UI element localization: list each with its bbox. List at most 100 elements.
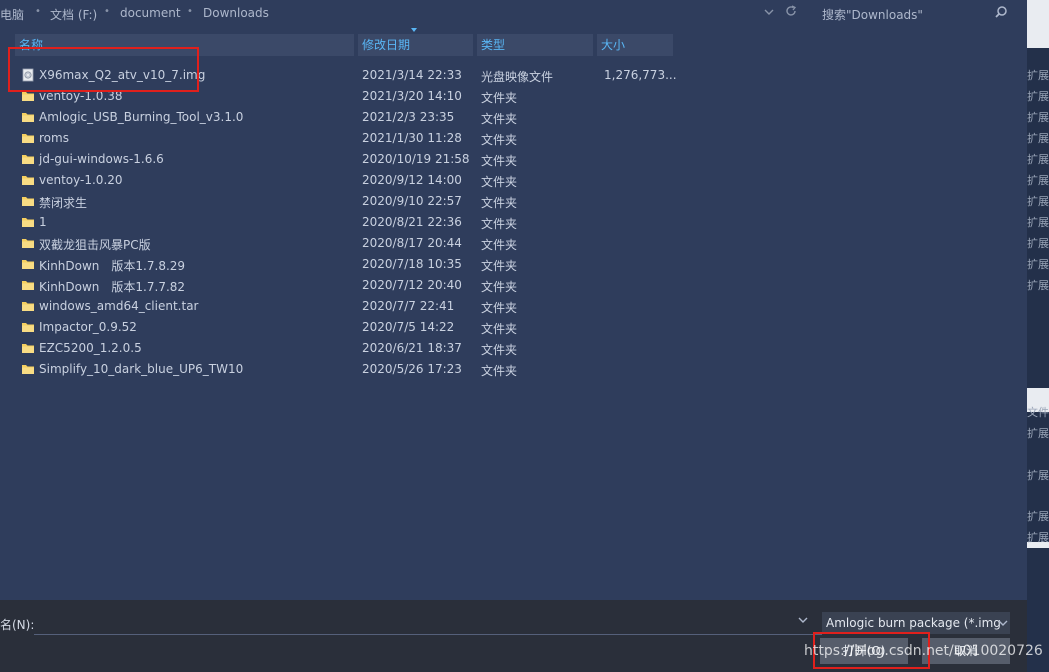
- preview-pane-text: 扩展: [1027, 195, 1049, 208]
- file-row[interactable]: roms 2021/1/30 11:28 文件夹: [16, 128, 676, 149]
- file-row[interactable]: KinhDown 版本1.7.8.29 2020/7/18 10:35 文件夹: [16, 254, 676, 275]
- file-row[interactable]: Impactor_0.9.52 2020/7/5 14:22 文件夹: [16, 317, 676, 338]
- folder-icon: [21, 236, 35, 253]
- file-type: 文件夹: [481, 196, 518, 210]
- search-input[interactable]: 搜索"Downloads": [812, 2, 1016, 26]
- file-modified-date: 2020/7/18 10:35: [362, 257, 462, 271]
- search-icon[interactable]: [994, 5, 1008, 22]
- preview-pane-text: 文件: [1027, 406, 1049, 419]
- file-name: Impactor_0.9.52: [39, 320, 137, 334]
- folder-icon: [21, 173, 35, 190]
- preview-pane-text: 扩展: [1027, 469, 1049, 482]
- sort-descending-icon: [411, 28, 417, 32]
- preview-pane-text: 扩展: [1027, 174, 1049, 187]
- preview-pane-text: 扩展: [1027, 427, 1049, 440]
- folder-icon: [21, 320, 35, 337]
- file-type: 文件夹: [481, 175, 518, 189]
- file-name: 双截龙狙击风暴PC版: [39, 238, 151, 252]
- preview-pane-text: 扩展: [1027, 237, 1049, 250]
- file-row[interactable]: ventoy-1.0.20 2020/9/12 14:00 文件夹: [16, 170, 676, 191]
- breadcrumb-item-downloads[interactable]: Downloads: [203, 6, 269, 20]
- file-modified-date: 2020/8/17 20:44: [362, 236, 462, 250]
- chevron-down-icon[interactable]: [764, 6, 774, 19]
- highlight-box-selected-file: [8, 47, 199, 92]
- filename-field[interactable]: [34, 610, 822, 635]
- file-row[interactable]: 1 2020/8/21 22:36 文件夹: [16, 212, 676, 233]
- file-open-dialog: 电脑 • 文档 (F:) • document • Downloads 搜索"D…: [0, 0, 1049, 672]
- file-modified-date: 2020/7/7 22:41: [362, 299, 455, 313]
- file-name: windows_amd64_client.tar: [39, 299, 199, 313]
- file-name: 1: [39, 215, 47, 229]
- file-type: 文件夹: [481, 364, 518, 378]
- address-bar: 电脑 • 文档 (F:) • document • Downloads 搜索"D…: [0, 0, 1027, 30]
- breadcrumb-separator-icon: •: [35, 6, 41, 17]
- file-type: 文件夹: [481, 322, 518, 336]
- search-placeholder: 搜索"Downloads": [822, 8, 923, 22]
- file-row[interactable]: 禁闭求生 2020/9/10 22:57 文件夹: [16, 191, 676, 212]
- breadcrumb-item-computer[interactable]: 电脑: [0, 6, 24, 23]
- file-name: KinhDown 版本1.7.8.29: [39, 259, 186, 273]
- file-type: 文件夹: [481, 343, 518, 357]
- file-modified-date: 2020/7/5 14:22: [362, 320, 455, 334]
- folder-icon: [21, 257, 35, 274]
- column-header-type[interactable]: 类型: [477, 34, 593, 56]
- file-modified-date: 2020/8/21 22:36: [362, 215, 462, 229]
- filename-label: 名(N):: [0, 618, 35, 632]
- file-modified-date: 2020/9/10 22:57: [362, 194, 462, 208]
- folder-icon: [21, 110, 35, 127]
- preview-pane-text: 扩展: [1027, 216, 1049, 229]
- file-name: Amlogic_USB_Burning_Tool_v3.1.0: [39, 110, 244, 124]
- file-type: 文件夹: [481, 112, 518, 126]
- file-modified-date: 2021/2/3 23:35: [362, 110, 455, 124]
- file-type: 文件夹: [481, 133, 518, 147]
- file-type: 文件夹: [481, 238, 518, 252]
- file-type: 文件夹: [481, 259, 518, 273]
- folder-icon: [21, 278, 35, 295]
- folder-icon: [21, 215, 35, 232]
- file-modified-date: 2021/3/14 22:33: [362, 68, 462, 82]
- preview-pane-text: 扩展: [1027, 279, 1049, 292]
- file-row[interactable]: Amlogic_USB_Burning_Tool_v3.1.0 2021/2/3 …: [16, 107, 676, 128]
- file-type-filter-value: Amlogic burn package (*.img: [826, 616, 1001, 630]
- file-modified-date: 2021/3/20 14:10: [362, 89, 462, 103]
- preview-pane: 扩展 扩展 扩展 扩展 扩展 扩展 扩展 扩展 扩展 扩展 扩展 文件 扩展 扩展 扩展 扩展: [1027, 0, 1049, 672]
- column-header-date[interactable]: 修改日期: [358, 34, 473, 56]
- file-name: Simplify_10_dark_blue_UP6_TW10: [39, 362, 244, 376]
- preview-pane-text: 扩展: [1027, 69, 1049, 82]
- column-header-size[interactable]: 大小: [597, 34, 673, 56]
- folder-icon: [21, 152, 35, 169]
- folder-icon: [21, 341, 35, 358]
- chevron-down-icon: [998, 612, 1008, 634]
- watermark-text: https://blog.csdn.net/u010020726: [804, 643, 1043, 659]
- file-row[interactable]: EZC5200_1.2.0.5 2020/6/21 18:37 文件夹: [16, 338, 676, 359]
- file-type: 文件夹: [481, 301, 518, 315]
- file-modified-date: 2020/5/26 17:23: [362, 362, 462, 376]
- breadcrumb-item-drive[interactable]: 文档 (F:): [50, 6, 97, 23]
- preview-pane-text: 扩展: [1027, 132, 1049, 145]
- file-modified-date: 2020/10/19 21:58: [362, 152, 470, 166]
- file-row[interactable]: 双截龙狙击风暴PC版 2020/8/17 20:44 文件夹: [16, 233, 676, 254]
- file-name: KinhDown 版本1.7.7.82: [39, 280, 186, 294]
- breadcrumb-separator-icon: •: [187, 6, 193, 17]
- file-name: EZC5200_1.2.0.5: [39, 341, 142, 355]
- file-name: 禁闭求生: [39, 196, 88, 210]
- preview-pane-text: 扩展: [1027, 153, 1049, 166]
- file-type-filter-select[interactable]: Amlogic burn package (*.img: [822, 612, 1010, 634]
- folder-icon: [21, 194, 35, 211]
- file-row[interactable]: KinhDown 版本1.7.7.82 2020/7/12 20:40 文件夹: [16, 275, 676, 296]
- breadcrumb-separator-icon: •: [104, 6, 110, 17]
- file-row[interactable]: jd-gui-windows-1.6.6 2020/10/19 21:58 文件夹: [16, 149, 676, 170]
- refresh-icon[interactable]: [784, 4, 798, 22]
- file-modified-date: 2021/1/30 11:28: [362, 131, 462, 145]
- file-modified-date: 2020/6/21 18:37: [362, 341, 462, 355]
- file-modified-date: 2020/7/12 20:40: [362, 278, 462, 292]
- chevron-down-icon[interactable]: [798, 616, 808, 627]
- folder-icon: [21, 362, 35, 379]
- file-type: 文件夹: [481, 280, 518, 294]
- file-size: 1,276,773...: [604, 68, 677, 82]
- file-row[interactable]: Simplify_10_dark_blue_UP6_TW10 2020/5/26 …: [16, 359, 676, 380]
- breadcrumb-item-document[interactable]: document: [120, 6, 181, 20]
- folder-icon: [21, 299, 35, 316]
- file-row[interactable]: windows_amd64_client.tar 2020/7/7 22:41 文件…: [16, 296, 676, 317]
- preview-pane-text: 扩展: [1027, 510, 1049, 523]
